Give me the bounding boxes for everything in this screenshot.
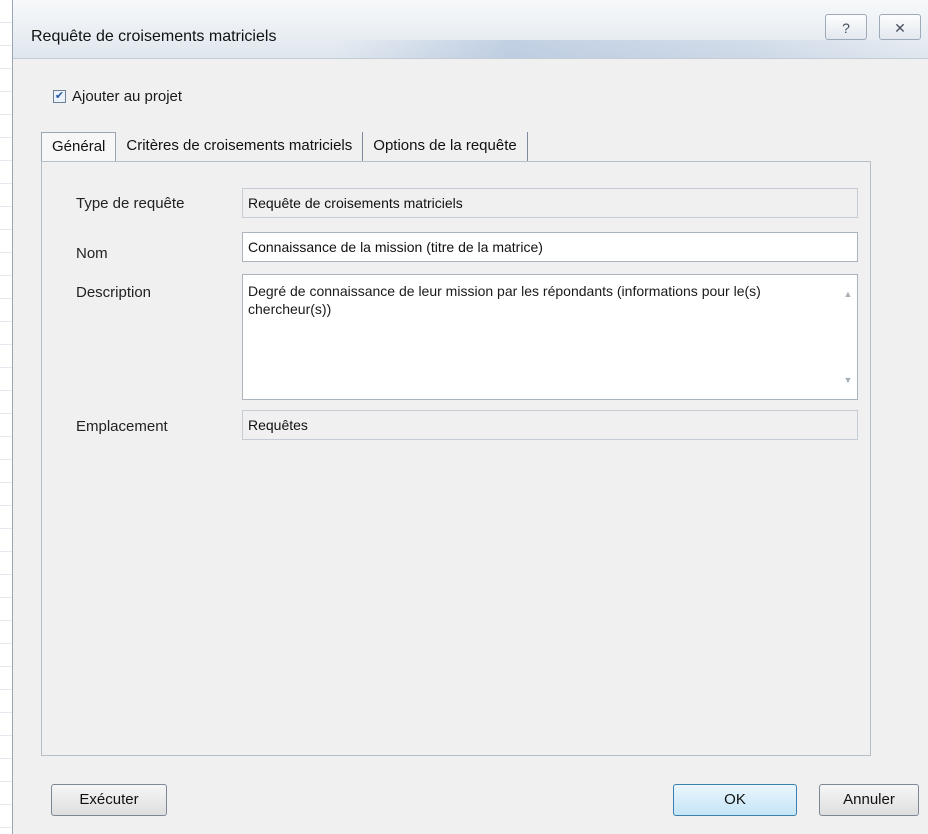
check-icon: ✔ [54, 90, 65, 102]
tab-crosstab-criteria[interactable]: Critères de croisements matriciels [116, 132, 364, 162]
description-text: Degré de connaissance de leur mission pa… [248, 283, 761, 317]
name-label: Nom [76, 245, 108, 262]
general-tab-panel: Type de requête Requête de croisements m… [41, 161, 871, 756]
add-to-project-label[interactable]: Ajouter au projet [72, 88, 182, 105]
type-field: Requête de croisements matriciels [242, 188, 858, 218]
tab-strip: Général Critères de croisements matricie… [41, 132, 528, 162]
tab-query-options[interactable]: Options de la requête [363, 132, 528, 162]
description-scrollbar[interactable]: ▲ ▼ [839, 275, 857, 399]
query-dialog: Requête de croisements matriciels ? ✕ ✔ … [12, 0, 928, 834]
dialog-title: Requête de croisements matriciels [31, 28, 277, 45]
name-field[interactable]: Connaissance de la mission (titre de la … [242, 232, 858, 262]
type-label: Type de requête [76, 195, 185, 212]
description-textarea[interactable]: Degré de connaissance de leur mission pa… [242, 274, 858, 400]
help-icon[interactable]: ? [825, 14, 867, 40]
description-label: Description [76, 284, 152, 301]
tab-general[interactable]: Général [41, 132, 117, 162]
title-bar-glass [333, 40, 923, 58]
location-field: Requêtes [242, 410, 858, 440]
scroll-up-icon[interactable]: ▲ [839, 285, 857, 303]
cancel-button[interactable]: Annuler [819, 784, 919, 816]
add-to-project-checkbox[interactable]: ✔ [53, 90, 66, 103]
title-bar: Requête de croisements matriciels ? ✕ [13, 0, 928, 59]
execute-button[interactable]: Exécuter [51, 784, 167, 816]
scroll-down-icon[interactable]: ▼ [839, 371, 857, 389]
ok-button[interactable]: OK [673, 784, 797, 816]
location-label: Emplacement [76, 418, 168, 435]
close-icon[interactable]: ✕ [879, 14, 921, 40]
add-to-project-row[interactable]: ✔ Ajouter au projet [53, 88, 182, 105]
